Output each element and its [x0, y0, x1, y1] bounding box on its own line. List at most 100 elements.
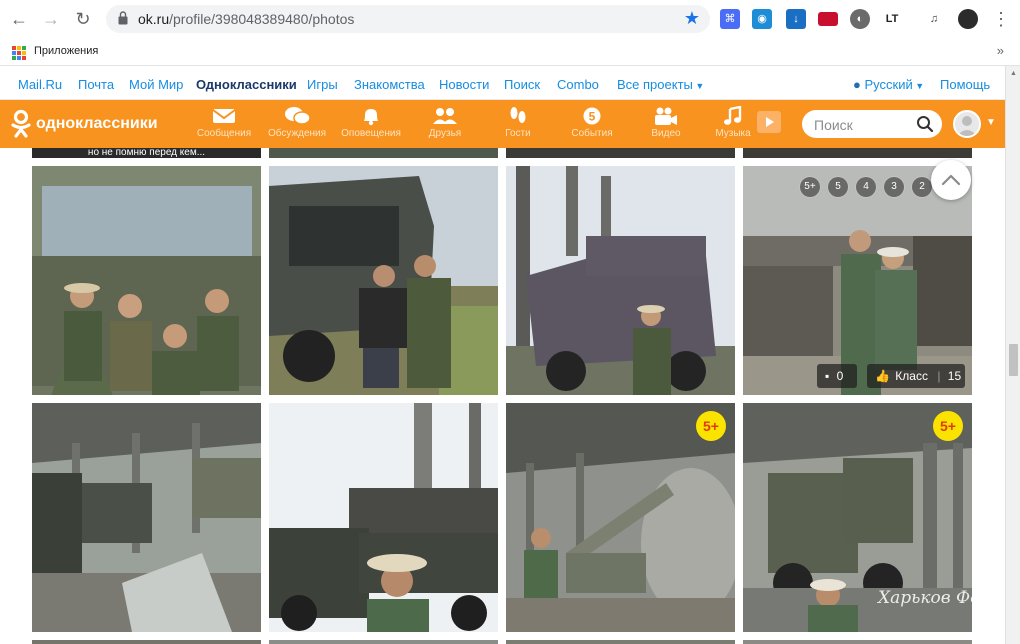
portal-link-my-world[interactable]: Мой Мир	[129, 77, 183, 92]
portal-link-news[interactable]: Новости	[439, 77, 489, 92]
photo-tile[interactable]: 5+ 5 4 3 2 ▪ 0 👍 Класс | 15	[743, 166, 972, 395]
browser-toolbar: ← → ↻ ok.ru/profile/398048389480/photos …	[0, 0, 1020, 38]
url-text: ok.ru/profile/398048389480/photos	[138, 11, 354, 27]
toolbar-messages-label: Сообщения	[196, 128, 252, 139]
toolbar-notifications-label: Оповещения	[341, 128, 401, 139]
lock-icon	[118, 11, 128, 25]
portal-link-mail[interactable]: Почта	[78, 77, 114, 92]
toolbar-discussions[interactable]: Обсуждения	[261, 104, 333, 144]
photo-image	[269, 403, 498, 632]
toolbar-events-label: События	[571, 128, 613, 139]
portal-link-odnoklassniki[interactable]: Одноклассники	[196, 77, 297, 92]
photo-tile[interactable]	[32, 640, 261, 644]
photo-mark-5plus[interactable]: 5+	[799, 176, 821, 198]
music-note-icon	[724, 106, 742, 125]
portal-link-mailru[interactable]: Mail.Ru	[18, 77, 62, 92]
chat-bubbles-icon	[285, 107, 311, 125]
toolbar-notifications[interactable]: Оповещения	[335, 104, 407, 144]
toolbar-guests[interactable]: Гости	[482, 104, 554, 144]
default-avatar-icon	[957, 116, 977, 136]
photo-tile[interactable]	[743, 640, 972, 644]
toolbar-guests-label: Гости	[505, 128, 531, 139]
forward-arrow-icon[interactable]: →	[40, 8, 62, 30]
divider: |	[937, 369, 941, 383]
photo-image	[743, 166, 972, 395]
like-class-button[interactable]: 👍 Класс | 15	[867, 364, 965, 388]
toolbar-video-label: Видео	[651, 128, 681, 139]
lt-extension-icon[interactable]: LT	[882, 9, 902, 29]
scroll-up-arrow-icon[interactable]: ▲	[1010, 70, 1017, 77]
toolbar-friends[interactable]: Друзья	[409, 104, 481, 144]
toolbar-messages[interactable]: Сообщения	[188, 104, 260, 144]
photo-tile[interactable]	[32, 166, 261, 395]
scrollbar-thumb[interactable]	[1009, 344, 1018, 376]
play-music-icon[interactable]	[757, 111, 781, 133]
portal-link-all-projects[interactable]: Все проекты ▼	[617, 77, 704, 92]
photo-mark-5[interactable]: 5	[827, 176, 849, 198]
photo-tile[interactable]	[269, 640, 498, 644]
photo-tile[interactable]	[32, 403, 261, 632]
portal-link-dating[interactable]: Знакомства	[354, 77, 425, 92]
search-input[interactable]: Поиск	[802, 110, 942, 138]
language-label: Русский	[864, 77, 913, 92]
bookmark-star-icon[interactable]: ★	[684, 8, 700, 29]
video-camera-icon	[655, 107, 677, 125]
photo-tile[interactable]: но не помню перед кем...	[32, 148, 261, 158]
comments-count: 0	[836, 369, 844, 383]
user-avatar[interactable]	[953, 110, 981, 138]
bell-icon	[364, 109, 378, 126]
language-selector[interactable]: ● Русский ▼	[853, 77, 924, 92]
ok-brand-name[interactable]: одноклассники	[36, 115, 158, 133]
photo-tile[interactable]	[743, 148, 972, 158]
extension-icon[interactable]: ⌘	[720, 9, 740, 29]
profile-avatar-icon[interactable]	[958, 9, 978, 29]
help-link[interactable]: Помощь	[940, 77, 990, 92]
portal-link-games[interactable]: Игры	[307, 77, 338, 92]
media-extension-icon[interactable]: ♫	[924, 9, 944, 29]
back-arrow-icon[interactable]: ←	[8, 8, 30, 30]
address-bar[interactable]: ok.ru/profile/398048389480/photos ★	[106, 5, 710, 33]
chevron-down-icon[interactable]: ▼	[986, 117, 996, 128]
photo-tile[interactable]	[269, 403, 498, 632]
toolbar-video[interactable]: Видео	[630, 104, 702, 144]
download-extension-icon[interactable]: ↓	[786, 9, 806, 29]
flag-extension-icon[interactable]	[818, 12, 838, 26]
scroll-to-top-button[interactable]	[931, 160, 971, 200]
eye-extension-icon[interactable]: ◐	[850, 9, 870, 29]
apps-bookmark[interactable]: Приложения	[34, 45, 98, 57]
ok-logo-icon[interactable]	[10, 109, 32, 139]
photo-mark-3[interactable]: 3	[883, 176, 905, 198]
search-icon[interactable]	[916, 115, 934, 133]
photo-image	[32, 403, 261, 632]
camera-extension-icon[interactable]: ◉	[752, 9, 772, 29]
kebab-menu-icon[interactable]: ⋮	[990, 8, 1012, 30]
search-placeholder: Поиск	[814, 117, 853, 133]
toolbar-events[interactable]: 5 События	[556, 104, 628, 144]
toolbar-discussions-label: Обсуждения	[267, 128, 327, 139]
page-scrollbar[interactable]: ▲	[1005, 66, 1020, 644]
url-host: ok.ru	[138, 11, 170, 27]
chevron-up-icon	[941, 174, 961, 186]
thumb-up-icon: 👍	[875, 369, 890, 383]
rating-badge: 5+	[696, 411, 726, 441]
photo-mark-2[interactable]: 2	[911, 176, 933, 198]
portal-link-search[interactable]: Поиск	[504, 77, 540, 92]
chevron-down-icon: ▼	[912, 81, 925, 91]
bookmarks-overflow-icon[interactable]: »	[997, 43, 1004, 58]
comments-button[interactable]: ▪ 0	[817, 364, 857, 388]
photo-mark-4[interactable]: 4	[855, 176, 877, 198]
photo-tile[interactable]	[506, 166, 735, 395]
photo-image	[32, 166, 261, 395]
photo-tile[interactable]: 5+	[506, 403, 735, 632]
photo-caption: но не помню перед кем...	[87, 148, 206, 158]
footprints-icon	[510, 107, 526, 123]
friends-icon	[433, 108, 457, 124]
toolbar-friends-label: Друзья	[428, 128, 462, 139]
portal-link-combo[interactable]: Combo	[557, 77, 599, 92]
photo-tile[interactable]	[269, 148, 498, 158]
photo-tile[interactable]	[269, 166, 498, 395]
photo-tile[interactable]	[506, 148, 735, 158]
photo-tile[interactable]	[506, 640, 735, 644]
apps-grid-icon[interactable]	[12, 46, 26, 60]
reload-icon[interactable]: ↻	[72, 8, 94, 30]
